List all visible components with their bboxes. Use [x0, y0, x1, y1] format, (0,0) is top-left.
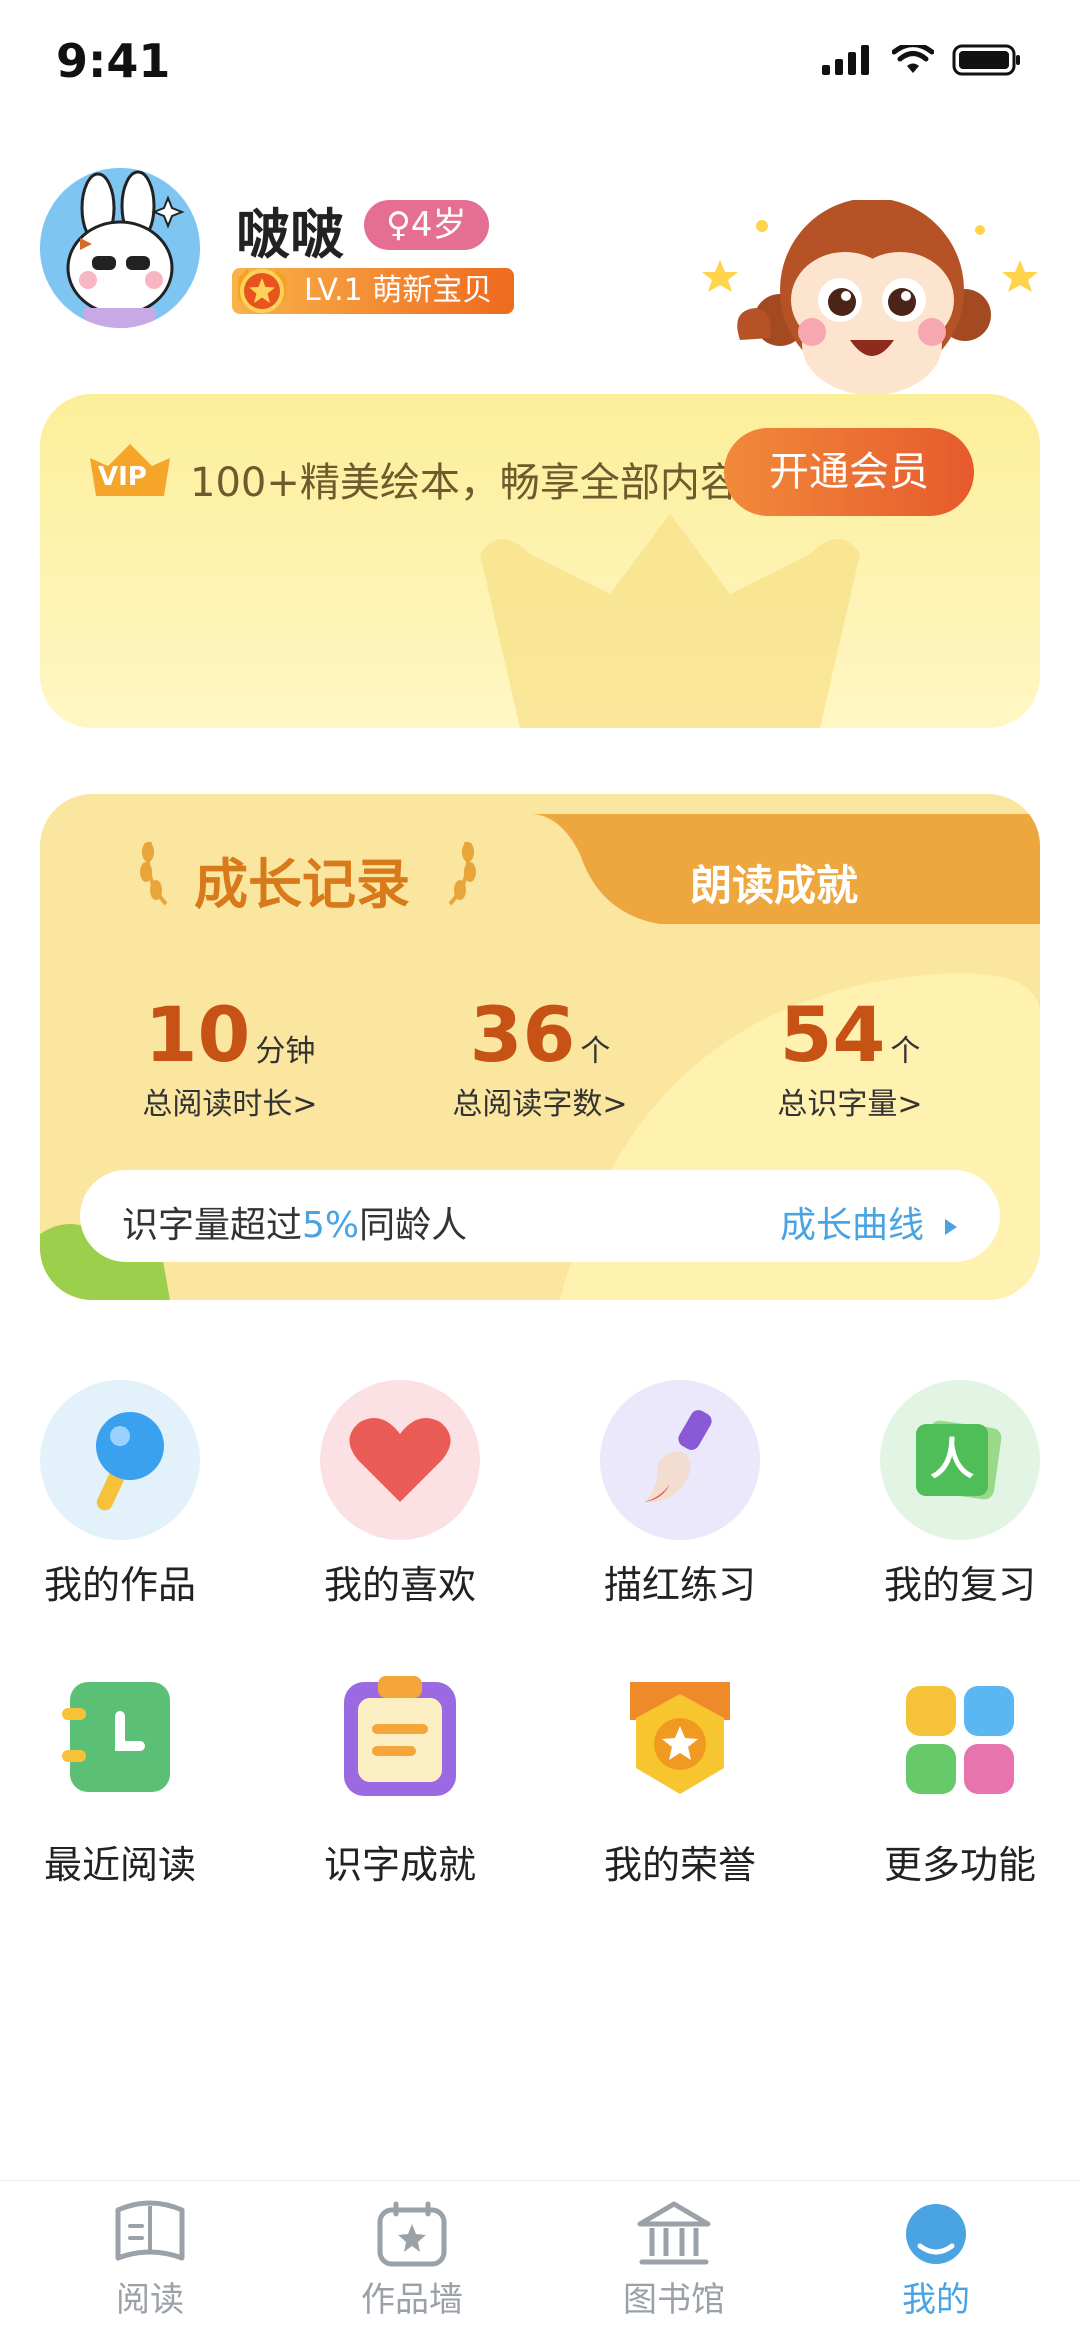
tab-reading-achievement[interactable]: 朗读成就 — [690, 852, 858, 913]
feature-more[interactable]: 更多功能 — [840, 1660, 1080, 1889]
feature-label: 我的复习 — [883, 1563, 1036, 1607]
level-medal-icon — [238, 268, 286, 313]
tab-label: 阅读 — [116, 2280, 184, 2320]
feature-my-review[interactable]: 人 我的复习 — [840, 1380, 1080, 1609]
stat-unit: 个 — [890, 1034, 921, 1069]
heart-icon — [320, 1380, 480, 1540]
feature-label: 我的喜欢 — [323, 1563, 476, 1607]
stat-reading-words[interactable]: 36 个 总阅读字数> — [410, 990, 670, 1123]
tab-read[interactable]: 阅读 — [50, 2200, 250, 2321]
vip-label: VIP — [98, 462, 147, 492]
calendar-star-icon — [377, 2201, 447, 2267]
growth-curve-label: 成长曲线 — [780, 1205, 925, 1246]
status-icons — [822, 44, 1022, 76]
tab-label: 图书馆 — [623, 2280, 725, 2320]
tab-mine[interactable]: 我的 — [836, 2200, 1036, 2321]
brush-icon — [600, 1380, 760, 1540]
stat-reading-time[interactable]: 10 分钟 总阅读时长> — [100, 990, 360, 1123]
feature-my-likes[interactable]: 我的喜欢 — [280, 1380, 520, 1609]
signal-icon — [822, 45, 869, 75]
tab-works-wall[interactable]: 作品墙 — [312, 2200, 512, 2321]
stat-value: 54 — [779, 990, 886, 1079]
feature-label: 最近阅读 — [43, 1843, 196, 1887]
grid-icon — [880, 1660, 1040, 1820]
status-time: 9:41 — [56, 34, 171, 88]
library-icon — [637, 2201, 711, 2265]
feature-label: 我的作品 — [43, 1563, 196, 1607]
stat-value: 10 — [144, 990, 251, 1079]
lollipop-icon — [40, 1380, 200, 1540]
compare-prefix: 识字量超过 — [122, 1205, 303, 1246]
compare-suffix: 同龄人 — [359, 1205, 468, 1246]
stat-label: 总识字量> — [777, 1087, 923, 1122]
feature-label: 识字成就 — [323, 1843, 476, 1887]
laurel-right-icon — [448, 841, 476, 906]
clock-book-icon — [40, 1660, 200, 1820]
svg-text:人: 人 — [930, 1434, 974, 1485]
feature-my-works[interactable]: 我的作品 — [0, 1380, 240, 1609]
stat-literacy[interactable]: 54 个 总识字量> — [720, 990, 980, 1123]
growth-title: 成长记录 — [194, 853, 410, 916]
age-badge: ♀4岁 — [364, 200, 489, 250]
compare-percent: 5% — [302, 1205, 360, 1246]
laurel-left-icon — [140, 841, 168, 906]
tab-label: 我的 — [902, 2280, 970, 2320]
monkey-mascot-icon — [702, 200, 1038, 395]
stat-unit: 分钟 — [255, 1034, 316, 1069]
tab-label: 作品墙 — [361, 2280, 463, 2320]
triangle-right-icon — [945, 1219, 958, 1235]
vip-description: 100+精美绘本，畅享全部内容 — [190, 460, 740, 506]
stat-label: 总阅读字数> — [452, 1087, 628, 1122]
growth-curve-link[interactable]: 成长曲线 — [780, 1196, 961, 1248]
feature-label: 更多功能 — [883, 1843, 1036, 1887]
tab-library[interactable]: 图书馆 — [574, 2200, 774, 2321]
literacy-compare-text: 识字量超过5%同龄人 — [122, 1196, 467, 1248]
medal-icon — [600, 1660, 760, 1820]
feature-tracing-practice[interactable]: 描红练习 — [560, 1380, 800, 1609]
username: 啵啵 — [236, 203, 344, 266]
crown-watermark-icon — [480, 514, 860, 728]
clipboard-icon — [320, 1660, 480, 1820]
stat-value: 36 — [469, 990, 576, 1079]
mine-avatar-icon — [906, 2204, 966, 2264]
card-icon: 人 — [880, 1380, 1040, 1540]
wifi-icon — [892, 45, 934, 73]
feature-label: 我的荣誉 — [603, 1843, 756, 1887]
feature-label: 描红练习 — [603, 1563, 756, 1607]
bunny-avatar-icon — [40, 168, 200, 328]
battery-icon — [952, 44, 1020, 76]
feature-literacy-achievement[interactable]: 识字成就 — [280, 1660, 520, 1889]
open-membership-button[interactable]: 开通会员 — [724, 428, 974, 516]
feature-my-honors[interactable]: 我的荣誉 — [560, 1660, 800, 1889]
avatar[interactable] — [40, 168, 200, 328]
stat-unit: 个 — [580, 1034, 611, 1069]
stat-label: 总阅读时长> — [142, 1087, 318, 1122]
feature-recent-reading[interactable]: 最近阅读 — [0, 1660, 240, 1889]
open-book-icon — [115, 2200, 185, 2261]
